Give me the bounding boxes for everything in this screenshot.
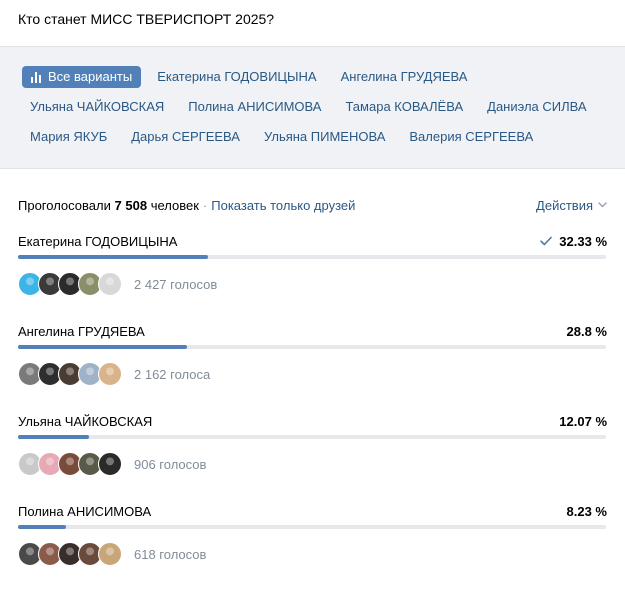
option-progress-fill [18, 255, 209, 259]
option-percent-wrap: 8.23 % [567, 504, 607, 519]
option-voters: 618 голосов [18, 541, 607, 567]
actions-dropdown[interactable]: Действия [536, 198, 607, 213]
check-icon [540, 236, 553, 246]
poll-options: Екатерина ГОДОВИЦЫНА 32.33 % 2 427 голос… [0, 230, 625, 590]
filter-all-variants[interactable]: Все варианты [22, 66, 142, 88]
voted-count: 7 508 [114, 197, 148, 213]
avatar[interactable] [98, 362, 122, 386]
voted-suffix: человек [150, 197, 199, 213]
filter-row: Мария ЯКУБ Дарья СЕРГЕЕВА Ульяна ПИМЕНОВ… [30, 126, 625, 148]
bar-chart-icon [31, 71, 41, 83]
poll-option[interactable]: Полина АНИСИМОВА 8.23 % 618 голосов [0, 500, 625, 590]
separator-dot: · [202, 197, 208, 213]
poll-option[interactable]: Ангелина ГРУДЯЕВА 28.8 % 2 162 голоса [0, 320, 625, 410]
option-percent-wrap: 28.8 % [567, 324, 607, 339]
voter-avatars[interactable] [18, 452, 122, 476]
option-progress-bar [18, 435, 606, 439]
filter-option[interactable]: Полина АНИСИМОВА [188, 96, 321, 118]
option-name: Ульяна ЧАЙКОВСКАЯ [18, 413, 153, 429]
option-votes: 2 427 голосов [134, 276, 218, 292]
poll-question: Кто станет МИСС ТВЕРИСПОРТ 2025? [18, 11, 275, 27]
option-voters: 2 427 голосов [18, 271, 607, 297]
filter-row: Ульяна ЧАЙКОВСКАЯ Полина АНИСИМОВА Тамар… [30, 96, 625, 118]
option-name: Полина АНИСИМОВА [18, 503, 152, 519]
option-header: Екатерина ГОДОВИЦЫНА 32.33 % [18, 230, 607, 250]
option-percent-wrap: 32.33 % [540, 234, 607, 249]
filter-option[interactable]: Дарья СЕРГЕЕВА [131, 126, 240, 148]
poll: Кто станет МИСС ТВЕРИСПОРТ 2025? Все вар… [0, 0, 625, 590]
option-progress-bar [18, 345, 606, 349]
filter-option[interactable]: Тамара КОВАЛЁВА [345, 96, 463, 118]
option-header: Полина АНИСИМОВА 8.23 % [18, 500, 607, 520]
poll-summary: Проголосовали 7 508 человек · Показать т… [0, 180, 625, 230]
option-progress-bar [18, 255, 606, 259]
avatar[interactable] [98, 452, 122, 476]
poll-option[interactable]: Екатерина ГОДОВИЦЫНА 32.33 % 2 427 голос… [0, 230, 625, 320]
avatar[interactable] [98, 542, 122, 566]
option-progress-fill [18, 525, 67, 529]
option-percent: 28.8 % [566, 323, 607, 339]
option-votes: 618 голосов [134, 546, 207, 562]
variant-filters: Все варианты Екатерина ГОДОВИЦЫНА Ангели… [0, 46, 625, 169]
filter-option[interactable]: Мария ЯКУБ [30, 126, 107, 148]
filter-option[interactable]: Екатерина ГОДОВИЦЫНА [157, 66, 316, 88]
option-percent: 8.23 % [566, 503, 607, 519]
filter-label: Все варианты [48, 69, 133, 84]
filter-option[interactable]: Ульяна ПИМЕНОВА [264, 126, 385, 148]
option-header: Ангелина ГРУДЯЕВА 28.8 % [18, 320, 607, 340]
option-votes: 906 голосов [134, 456, 207, 472]
filter-option[interactable]: Ангелина ГРУДЯЕВА [341, 66, 468, 88]
voter-avatars[interactable] [18, 272, 122, 296]
chevron-down-icon [598, 202, 607, 208]
option-name: Ангелина ГРУДЯЕВА [18, 323, 145, 339]
option-percent: 12.07 % [559, 413, 607, 429]
option-name: Екатерина ГОДОВИЦЫНА [18, 233, 178, 249]
actions-label: Действия [536, 197, 593, 213]
option-progress-fill [18, 435, 89, 439]
voted-count-text: Проголосовали 7 508 человек [18, 198, 199, 213]
option-percent-wrap: 12.07 % [559, 414, 607, 429]
option-header: Ульяна ЧАЙКОВСКАЯ 12.07 % [18, 410, 607, 430]
avatar[interactable] [98, 272, 122, 296]
option-progress-fill [18, 345, 188, 349]
voter-avatars[interactable] [18, 362, 122, 386]
option-progress-bar [18, 525, 606, 529]
voter-avatars[interactable] [18, 542, 122, 566]
option-voters: 2 162 голоса [18, 361, 607, 387]
option-percent: 32.33 % [559, 233, 607, 249]
option-voters: 906 голосов [18, 451, 607, 477]
filter-option[interactable]: Ульяна ЧАЙКОВСКАЯ [30, 96, 164, 118]
filter-option[interactable]: Валерия СЕРГЕЕВА [409, 126, 533, 148]
poll-option[interactable]: Ульяна ЧАЙКОВСКАЯ 12.07 % 906 голосов [0, 410, 625, 500]
voted-prefix: Проголосовали [18, 197, 111, 213]
option-votes: 2 162 голоса [134, 366, 211, 382]
filter-row: Все варианты Екатерина ГОДОВИЦЫНА Ангели… [22, 66, 625, 88]
show-friends-link[interactable]: Показать только друзей [211, 198, 355, 213]
filter-option[interactable]: Даниэла СИЛВА [487, 96, 586, 118]
